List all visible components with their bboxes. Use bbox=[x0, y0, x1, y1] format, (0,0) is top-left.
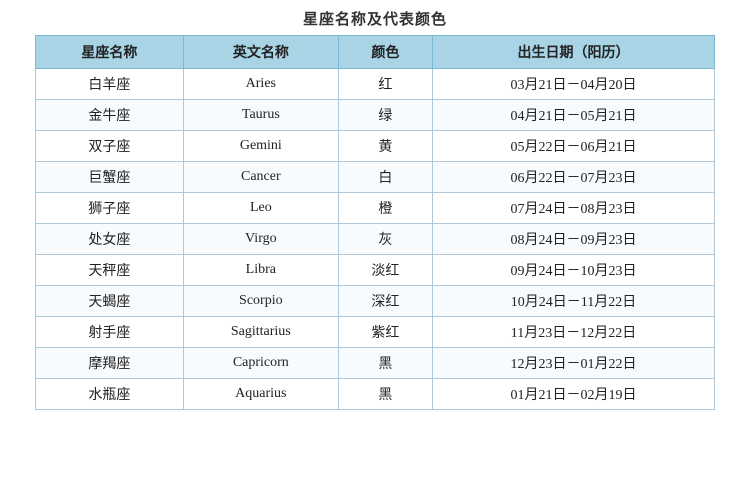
cell-chinese: 白羊座 bbox=[36, 69, 184, 100]
col-header-color: 颜色 bbox=[338, 36, 432, 69]
cell-chinese: 处女座 bbox=[36, 224, 184, 255]
table-row: 水瓶座Aquarius黑01月21日－02月19日 bbox=[36, 379, 715, 410]
cell-dates: 03月21日－04月20日 bbox=[432, 69, 714, 100]
cell-english: Scorpio bbox=[183, 286, 338, 317]
table-row: 天蝎座Scorpio深红10月24日－11月22日 bbox=[36, 286, 715, 317]
cell-dates: 08月24日－09月23日 bbox=[432, 224, 714, 255]
cell-chinese: 水瓶座 bbox=[36, 379, 184, 410]
cell-english: Aquarius bbox=[183, 379, 338, 410]
cell-english: Libra bbox=[183, 255, 338, 286]
cell-dates: 10月24日－11月22日 bbox=[432, 286, 714, 317]
cell-english: Gemini bbox=[183, 131, 338, 162]
cell-dates: 09月24日－10月23日 bbox=[432, 255, 714, 286]
cell-english: Cancer bbox=[183, 162, 338, 193]
cell-color: 橙 bbox=[338, 193, 432, 224]
cell-chinese: 金牛座 bbox=[36, 100, 184, 131]
cell-color: 绿 bbox=[338, 100, 432, 131]
cell-english: Leo bbox=[183, 193, 338, 224]
cell-color: 灰 bbox=[338, 224, 432, 255]
cell-color: 黑 bbox=[338, 379, 432, 410]
cell-color: 淡红 bbox=[338, 255, 432, 286]
table-row: 摩羯座Capricorn黑12月23日－01月22日 bbox=[36, 348, 715, 379]
table-row: 双子座Gemini黄05月22日－06月21日 bbox=[36, 131, 715, 162]
cell-chinese: 双子座 bbox=[36, 131, 184, 162]
cell-english: Sagittarius bbox=[183, 317, 338, 348]
cell-dates: 04月21日－05月21日 bbox=[432, 100, 714, 131]
cell-chinese: 狮子座 bbox=[36, 193, 184, 224]
cell-chinese: 摩羯座 bbox=[36, 348, 184, 379]
col-header-dates: 出生日期（阳历） bbox=[432, 36, 714, 69]
table-row: 白羊座Aries红03月21日－04月20日 bbox=[36, 69, 715, 100]
cell-dates: 01月21日－02月19日 bbox=[432, 379, 714, 410]
table-header-row: 星座名称 英文名称 颜色 出生日期（阳历） bbox=[36, 36, 715, 69]
col-header-chinese: 星座名称 bbox=[36, 36, 184, 69]
cell-english: Capricorn bbox=[183, 348, 338, 379]
cell-dates: 07月24日－08月23日 bbox=[432, 193, 714, 224]
cell-color: 紫红 bbox=[338, 317, 432, 348]
cell-color: 黄 bbox=[338, 131, 432, 162]
zodiac-table: 星座名称 英文名称 颜色 出生日期（阳历） 白羊座Aries红03月21日－04… bbox=[35, 35, 715, 410]
cell-english: Taurus bbox=[183, 100, 338, 131]
cell-color: 深红 bbox=[338, 286, 432, 317]
cell-chinese: 巨蟹座 bbox=[36, 162, 184, 193]
table-row: 处女座Virgo灰08月24日－09月23日 bbox=[36, 224, 715, 255]
page-title: 星座名称及代表颜色 bbox=[303, 8, 447, 29]
cell-dates: 05月22日－06月21日 bbox=[432, 131, 714, 162]
cell-english: Virgo bbox=[183, 224, 338, 255]
table-row: 巨蟹座Cancer白06月22日－07月23日 bbox=[36, 162, 715, 193]
cell-chinese: 天蝎座 bbox=[36, 286, 184, 317]
table-row: 射手座Sagittarius紫红11月23日－12月22日 bbox=[36, 317, 715, 348]
cell-color: 红 bbox=[338, 69, 432, 100]
cell-english: Aries bbox=[183, 69, 338, 100]
cell-color: 黑 bbox=[338, 348, 432, 379]
col-header-english: 英文名称 bbox=[183, 36, 338, 69]
cell-dates: 06月22日－07月23日 bbox=[432, 162, 714, 193]
table-row: 天秤座Libra淡红09月24日－10月23日 bbox=[36, 255, 715, 286]
cell-chinese: 天秤座 bbox=[36, 255, 184, 286]
page-wrapper: 星座名称及代表颜色 星座名称 英文名称 颜色 出生日期（阳历） 白羊座Aries… bbox=[0, 0, 750, 500]
cell-dates: 12月23日－01月22日 bbox=[432, 348, 714, 379]
table-row: 金牛座Taurus绿04月21日－05月21日 bbox=[36, 100, 715, 131]
table-row: 狮子座Leo橙07月24日－08月23日 bbox=[36, 193, 715, 224]
cell-chinese: 射手座 bbox=[36, 317, 184, 348]
cell-color: 白 bbox=[338, 162, 432, 193]
cell-dates: 11月23日－12月22日 bbox=[432, 317, 714, 348]
